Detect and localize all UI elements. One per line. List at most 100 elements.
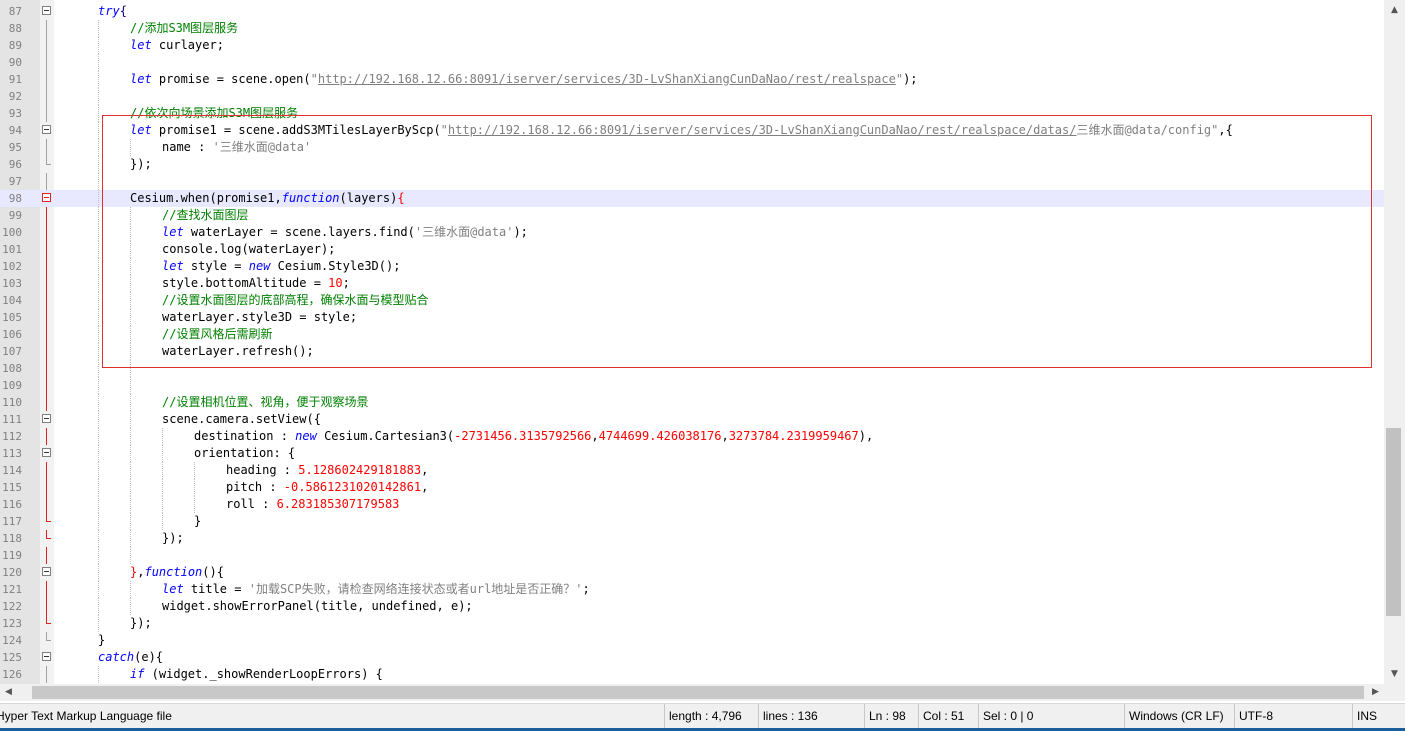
code-line[interactable]: 96}); (0, 156, 1384, 173)
code-text[interactable]: destination : new Cesium.Cartesian3(-273… (194, 428, 873, 445)
code-text[interactable]: waterLayer.refresh(); (162, 343, 314, 360)
code-text[interactable]: let style = new Cesium.Style3D(); (162, 258, 400, 275)
code-editor[interactable]: 87 try{88//添加S3M图层服务 89 let curlayer; 90 91 le… (0, 0, 1384, 684)
code-text[interactable]: //设置相机位置、视角，便于观察场景 (162, 394, 368, 411)
fold-toggle-icon[interactable] (42, 6, 51, 15)
code-link[interactable]: http://192.168.12.66:8091/iserver/servic… (318, 72, 896, 86)
code-line[interactable]: 108 (0, 360, 1384, 377)
code-line[interactable]: 98 Cesium.when(promise1,function(layers){ (0, 190, 1384, 207)
scroll-left-icon[interactable]: ◀ (0, 684, 17, 701)
code-text[interactable]: },function(){ (130, 564, 224, 581)
code-text[interactable]: roll : 6.283185307179583 (226, 496, 399, 513)
code-line[interactable]: 100 let waterLayer = scene.layers.find('三… (0, 224, 1384, 241)
code-line[interactable]: 97 (0, 173, 1384, 190)
code-text[interactable]: let promise = scene.open("http://192.168… (130, 71, 918, 88)
scroll-right-icon[interactable]: ▶ (1367, 684, 1384, 701)
scroll-down-icon[interactable]: ▼ (1384, 664, 1405, 684)
code-text[interactable]: pitch : -0.5861231020142861, (226, 479, 428, 496)
code-line[interactable]: 123}); (0, 615, 1384, 632)
fold-toggle-icon[interactable] (42, 193, 51, 202)
code-line[interactable]: 89 let curlayer; (0, 37, 1384, 54)
indent-guide (98, 598, 99, 615)
code-line[interactable]: 87 try{ (0, 3, 1384, 20)
code-text[interactable]: catch(e){ (98, 649, 163, 666)
fold-toggle-icon[interactable] (42, 125, 51, 134)
code-line[interactable]: 112 destination : new Cesium.Cartesian3(-… (0, 428, 1384, 445)
code-text[interactable]: }); (130, 156, 152, 173)
horizontal-scroll-thumb[interactable] (32, 686, 1364, 699)
code-text[interactable]: let title = '加载SCP失败，请检查网络连接状态或者url地址是否正… (162, 581, 590, 598)
code-line[interactable]: 110 //设置相机位置、视角，便于观察场景 (0, 394, 1384, 411)
code-line[interactable]: 88 //添加S3M图层服务 (0, 20, 1384, 37)
code-text[interactable]: //依次向场景添加S3M图层服务 (130, 105, 298, 122)
code-text[interactable]: }); (130, 615, 152, 632)
code-text[interactable]: style.bottomAltitude = 10; (162, 275, 350, 292)
code-text[interactable]: try{ (98, 3, 127, 20)
code-text[interactable]: } (194, 513, 201, 530)
code-line[interactable]: 120},function(){ (0, 564, 1384, 581)
code-line[interactable]: 92 (0, 88, 1384, 105)
code-line[interactable]: 119 (0, 547, 1384, 564)
code-text[interactable]: //设置风格后需刷新 (162, 326, 272, 343)
code-text[interactable]: } (98, 632, 105, 649)
code-line[interactable]: 94 let promise1 = scene.addS3MTilesLayerB… (0, 122, 1384, 139)
code-line[interactable]: 118}); (0, 530, 1384, 547)
code-text[interactable]: //添加S3M图层服务 (130, 20, 238, 37)
code-line[interactable]: 102 let style = new Cesium.Style3D(); (0, 258, 1384, 275)
code-text[interactable]: widget.showErrorPanel(title, undefined, … (162, 598, 473, 615)
code-text[interactable]: if (widget._showRenderLoopErrors) { (130, 666, 383, 683)
code-line[interactable]: 114 heading : 5.128602429181883, (0, 462, 1384, 479)
fold-toggle-icon[interactable] (42, 567, 51, 576)
code-line[interactable]: 105 waterLayer.style3D = style; (0, 309, 1384, 326)
code-line[interactable]: 124} (0, 632, 1384, 649)
code-text[interactable]: name : '三维水面@data' (162, 139, 311, 156)
code-text[interactable]: }); (162, 530, 184, 547)
code-text[interactable]: scene.camera.setView({ (162, 411, 321, 428)
code-token: , (591, 429, 599, 443)
code-line[interactable]: 121 let title = '加载SCP失败，请检查网络连接状态或者url地址… (0, 581, 1384, 598)
fold-toggle-icon[interactable] (42, 414, 51, 423)
code-text[interactable]: waterLayer.style3D = style; (162, 309, 357, 326)
code-text[interactable]: //查找水面图层 (162, 207, 248, 224)
code-token: , (421, 480, 429, 494)
fold-line (46, 479, 47, 496)
fold-end-icon (46, 632, 51, 641)
status-encoding[interactable]: UTF-8 (1234, 704, 1351, 729)
code-line[interactable]: 90 (0, 54, 1384, 71)
code-line[interactable]: 115 pitch : -0.5861231020142861, (0, 479, 1384, 496)
fold-toggle-icon[interactable] (42, 652, 51, 661)
code-line[interactable]: 117} (0, 513, 1384, 530)
fold-line (46, 343, 47, 360)
code-line[interactable]: 95 name : '三维水面@data' (0, 139, 1384, 156)
code-line[interactable]: 103 style.bottomAltitude = 10; (0, 275, 1384, 292)
code-line[interactable]: 116 roll : 6.283185307179583 (0, 496, 1384, 513)
code-line[interactable]: 109 (0, 377, 1384, 394)
code-line[interactable]: 111 scene.camera.setView({ (0, 411, 1384, 428)
vertical-scroll-thumb[interactable] (1386, 428, 1401, 616)
code-line[interactable]: 107 waterLayer.refresh(); (0, 343, 1384, 360)
code-text[interactable]: heading : 5.128602429181883, (226, 462, 428, 479)
code-line[interactable]: 101 console.log(waterLayer); (0, 241, 1384, 258)
code-line[interactable]: 99 //查找水面图层 (0, 207, 1384, 224)
scroll-up-icon[interactable]: ▲ (1384, 0, 1405, 20)
code-line[interactable]: 122 widget.showErrorPanel(title, undefine… (0, 598, 1384, 615)
code-link[interactable]: http://192.168.12.66:8091/iserver/servic… (448, 123, 1077, 137)
code-text[interactable]: let waterLayer = scene.layers.find('三维水面… (162, 224, 528, 241)
status-eol[interactable]: Windows (CR LF) (1124, 704, 1233, 729)
status-insert-mode[interactable]: INS (1352, 704, 1405, 729)
code-text[interactable]: Cesium.when(promise1,function(layers){ (130, 190, 405, 207)
code-line[interactable]: 93 //依次向场景添加S3M图层服务 (0, 105, 1384, 122)
code-line[interactable]: 106 //设置风格后需刷新 (0, 326, 1384, 343)
code-line[interactable]: 104 //设置水面图层的底部高程，确保水面与模型贴合 (0, 292, 1384, 309)
code-text[interactable]: let curlayer; (130, 37, 224, 54)
code-text[interactable]: orientation: { (194, 445, 295, 462)
code-text[interactable]: //设置水面图层的底部高程，确保水面与模型贴合 (162, 292, 428, 309)
code-line[interactable]: 113 orientation: { (0, 445, 1384, 462)
fold-toggle-icon[interactable] (42, 448, 51, 457)
code-line[interactable]: 126 if (widget._showRenderLoopErrors) { (0, 666, 1384, 683)
code-text[interactable]: let promise1 = scene.addS3MTilesLayerByS… (130, 122, 1233, 139)
code-line[interactable]: 91 let promise = scene.open("http://192.1… (0, 71, 1384, 88)
code-text[interactable]: console.log(waterLayer); (162, 241, 335, 258)
indent-guide (98, 54, 99, 71)
code-line[interactable]: 125 catch(e){ (0, 649, 1384, 666)
